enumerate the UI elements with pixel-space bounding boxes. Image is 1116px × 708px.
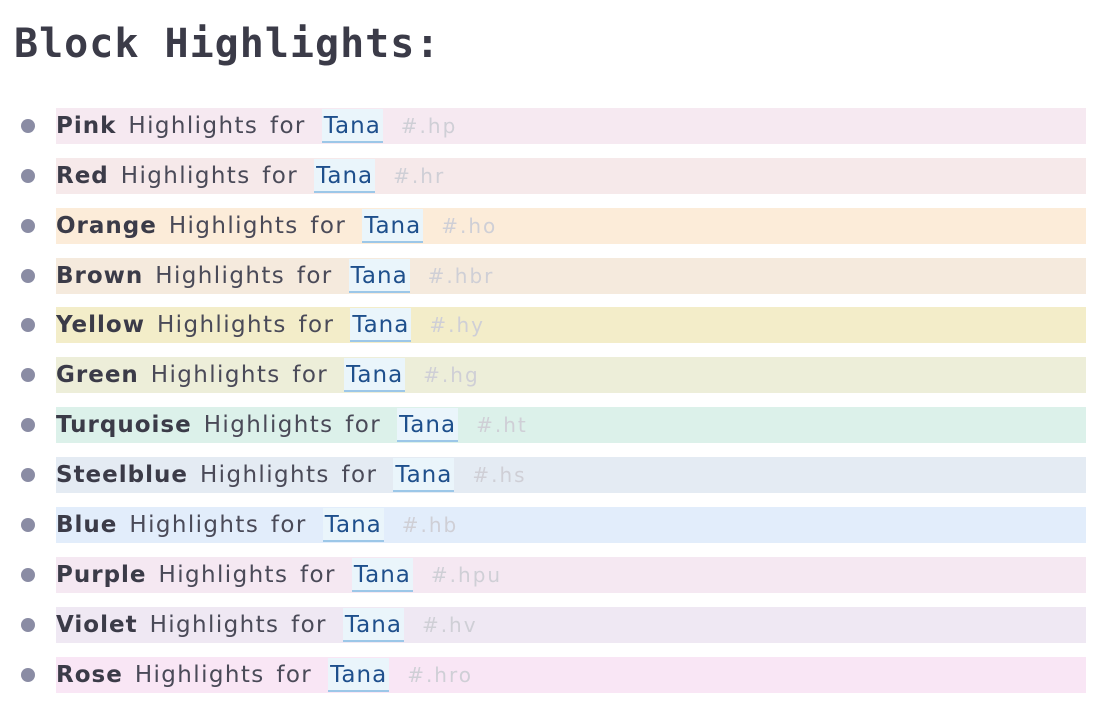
highlight-tag[interactable]: #.hy [429,313,485,337]
highlight-text: Highlights for [156,312,335,338]
highlight-text: Highlights for [134,662,313,688]
bullet-icon[interactable] [21,368,35,382]
list-item: Orange Highlights for Tana #.ho [0,208,1116,244]
highlight-tag[interactable]: #.hbr [428,264,495,288]
highlight-text: Highlights for [120,163,299,189]
highlight-text: Highlights for [155,263,333,289]
bullet-icon[interactable] [21,618,35,632]
tana-reference-link[interactable]: Tana [397,408,459,442]
highlight-text: Highlights for [199,462,378,488]
highlight-tag[interactable]: #.hv [422,613,478,637]
highlight-text: Highlights for [203,412,382,438]
highlight-block[interactable]: Pink Highlights for Tana #.hp [56,108,1086,144]
highlight-tag[interactable]: #.hb [402,513,459,537]
highlight-text: Highlights for [129,512,307,538]
list-item: Purple Highlights for Tana #.hpu [0,557,1116,593]
list-item: Turquoise Highlights for Tana #.ht [0,407,1116,443]
bullet-icon[interactable] [21,418,35,432]
tana-reference-link[interactable]: Tana [321,109,383,143]
color-name: Blue [56,512,118,538]
tana-reference-link[interactable]: Tana [322,508,384,542]
color-name: Brown [56,263,144,289]
tana-reference-link[interactable]: Tana [350,308,412,342]
bullet-icon[interactable] [21,169,35,183]
list-item: Steelblue Highlights for Tana #.hs [0,457,1116,493]
tana-reference-link[interactable]: Tana [342,608,404,642]
color-name: Pink [56,113,117,139]
highlight-tag[interactable]: #.hro [407,663,473,687]
highlight-tag[interactable]: #.hs [472,463,526,487]
highlight-text: Highlights for [149,612,327,638]
highlight-text: Highlights for [158,562,336,588]
highlight-tag[interactable]: #.hg [423,363,480,387]
highlight-block[interactable]: Orange Highlights for Tana #.ho [56,208,1086,244]
highlight-block[interactable]: Green Highlights for Tana #.hg [56,357,1086,393]
color-name: Purple [56,562,147,588]
highlight-text: Highlights for [128,113,306,139]
color-name: Rose [56,662,123,688]
color-name: Steelblue [56,462,188,488]
tana-reference-link[interactable]: Tana [362,209,424,243]
highlight-block[interactable]: Purple Highlights for Tana #.hpu [56,557,1086,593]
tana-reference-link[interactable]: Tana [328,658,390,692]
list-item: Violet Highlights for Tana #.hv [0,607,1116,643]
highlight-tag[interactable]: #.hpu [431,563,502,587]
highlight-block[interactable]: Violet Highlights for Tana #.hv [56,607,1086,643]
highlight-block[interactable]: Turquoise Highlights for Tana #.ht [56,407,1086,443]
tana-reference-link[interactable]: Tana [351,558,413,592]
bullet-icon[interactable] [21,668,35,682]
color-name: Violet [56,612,138,638]
highlight-block[interactable]: Rose Highlights for Tana #.hro [56,657,1086,693]
highlight-block[interactable]: Yellow Highlights for Tana #.hy [56,307,1086,343]
bullet-icon[interactable] [21,318,35,332]
tana-reference-link[interactable]: Tana [344,358,406,392]
highlight-tag[interactable]: #.hp [401,114,458,138]
highlight-tag[interactable]: #.ht [476,413,528,437]
highlight-block[interactable]: Red Highlights for Tana #.hr [56,158,1086,194]
highlight-tag[interactable]: #.hr [393,164,445,188]
list-item: Red Highlights for Tana #.hr [0,158,1116,194]
list-item: Yellow Highlights for Tana #.hy [0,307,1116,343]
tana-reference-link[interactable]: Tana [393,458,455,492]
highlight-text: Highlights for [150,362,329,388]
list-item: Brown Highlights for Tana #.hbr [0,258,1116,294]
tana-reference-link[interactable]: Tana [314,159,376,193]
bullet-icon[interactable] [21,518,35,532]
bullet-icon[interactable] [21,119,35,133]
page-title: Block Highlights: [14,21,441,67]
color-name: Red [56,163,109,189]
bullet-icon[interactable] [21,468,35,482]
bullet-icon[interactable] [21,219,35,233]
color-name: Yellow [56,312,145,338]
list-item: Green Highlights for Tana #.hg [0,357,1116,393]
highlight-text: Highlights for [168,213,347,239]
list-item: Blue Highlights for Tana #.hb [0,507,1116,543]
color-name: Turquoise [56,412,192,438]
highlight-block[interactable]: Brown Highlights for Tana #.hbr [56,258,1086,294]
highlight-block[interactable]: Steelblue Highlights for Tana #.hs [56,457,1086,493]
color-name: Green [56,362,139,388]
list-item: Pink Highlights for Tana #.hp [0,108,1116,144]
color-name: Orange [56,213,157,239]
bullet-icon[interactable] [21,568,35,582]
tana-reference-link[interactable]: Tana [348,259,410,293]
bullet-icon[interactable] [21,269,35,283]
highlight-tag[interactable]: #.ho [441,214,497,238]
list-item: Rose Highlights for Tana #.hro [0,657,1116,693]
highlight-block[interactable]: Blue Highlights for Tana #.hb [56,507,1086,543]
